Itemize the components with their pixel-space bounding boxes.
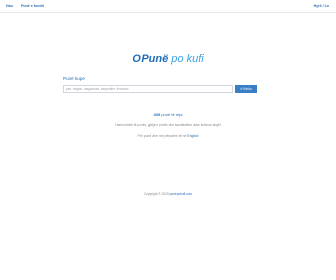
search-button[interactable]: ⚲Kërko [235,85,257,93]
language-link-english[interactable]: English [187,134,198,138]
site-logo[interactable]: OPunë po kufi [0,52,336,66]
footer-site-link[interactable]: punepokufi.com [170,192,193,196]
logo-mark: Punë [141,53,169,65]
logo-rest: po kufi [171,53,204,65]
language-prefix: Për punë dhe me përparim të në [137,134,187,138]
job-count-number: 409 [153,112,161,117]
nav-signin-link[interactable]: Hyrë / Lo [314,0,329,12]
footer-copyright: Copyright © 2025 [143,192,169,196]
language-switch: Për punë dhe me përparim të në English [0,134,336,138]
top-nav-bar: Hau Punë e fundit Hyrë / Lo [0,0,336,13]
job-count: 409 punë të reja [0,112,336,117]
search-input[interactable] [63,85,233,93]
logo-o-icon: O [132,53,141,65]
search-label: Punë kupe [63,76,85,81]
footer: Copyright © 2025 punepokufi.com [0,192,336,196]
site-description: Harmonizimi të punës, gjetja e punës dhe… [115,123,221,127]
nav-home-link[interactable]: Hau [6,0,13,12]
nav-latest-jobs-link[interactable]: Punë e fundit [21,0,44,12]
job-count-suffix: punë të reja [161,112,183,117]
search-button-label: Kërko [243,87,252,91]
